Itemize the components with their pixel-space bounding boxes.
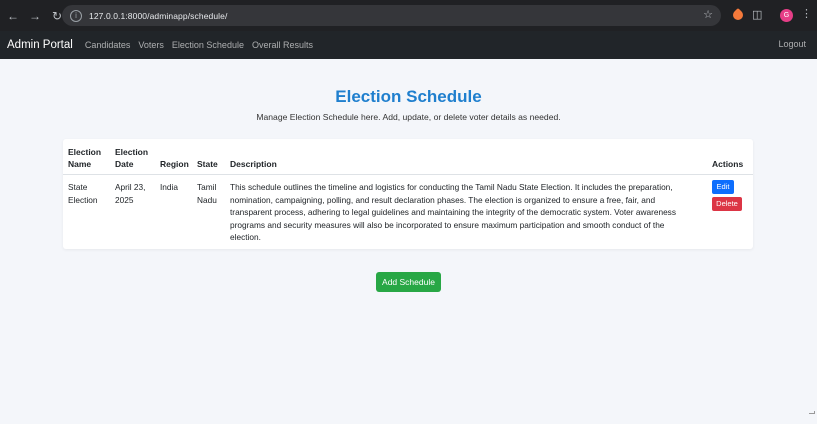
extensions-puzzle-icon[interactable]: ◫ (752, 8, 762, 21)
delete-button[interactable]: Delete (712, 197, 742, 211)
header-description: Description (230, 159, 277, 169)
nav-link-election-schedule[interactable]: Election Schedule (172, 40, 244, 50)
browser-menu-icon[interactable]: ⋮ (801, 8, 812, 20)
nav-link-overall-results[interactable]: Overall Results (252, 40, 313, 50)
header-election-name-line1: Election (68, 147, 102, 157)
site-info-icon[interactable]: i (70, 9, 82, 22)
page-title: Election Schedule (335, 87, 482, 106)
cell-election-name-line1: State (68, 182, 88, 192)
header-election-name: Election Name (68, 146, 101, 170)
header-actions: Actions (712, 159, 744, 169)
header-election-name-line2: Name (68, 159, 92, 169)
header-state: State (197, 159, 218, 169)
header-election-date-line2: Date (115, 159, 134, 169)
back-arrow-icon[interactable]: ← (5, 8, 21, 24)
cell-state-line2: Nadu (197, 194, 217, 205)
extension-fox-icon[interactable] (730, 7, 746, 23)
nav-link-candidates[interactable]: Candidates (85, 40, 131, 50)
header-election-date-line1: Election (115, 147, 149, 157)
header-region: Region (160, 159, 189, 169)
cell-description: This schedule outlines the timeline and … (230, 181, 710, 244)
forward-arrow-icon[interactable]: → (27, 8, 43, 24)
cell-election-name: State Election (68, 181, 98, 206)
description-line: nomination, campaigning, polling, and re… (230, 194, 656, 205)
cell-election-date-line1: April 23, (115, 182, 146, 192)
description-line: election. (230, 232, 261, 242)
cell-state: Tamil Nadu (197, 181, 217, 206)
cell-state-line1: Tamil (197, 182, 217, 192)
address-bar[interactable]: i 127.0.0.1:8000/adminapp/schedule/ ☆ (62, 5, 721, 26)
logout-link[interactable]: Logout (778, 39, 806, 49)
brand-link[interactable]: Admin Portal (7, 39, 73, 51)
description-line: This schedule outlines the timeline and … (230, 182, 673, 192)
cell-region: India (160, 182, 178, 192)
nav-link-voters[interactable]: Voters (138, 40, 164, 50)
description-line: transparent process, adhering to legal g… (230, 207, 676, 217)
page-subtitle: Manage Election Schedule here. Add, upda… (256, 112, 561, 122)
description-line: programs and security measures will also… (230, 219, 665, 230)
bookmark-star-icon[interactable]: ☆ (703, 8, 713, 21)
cell-election-name-line2: Election (68, 194, 98, 205)
header-election-date: Election Date (115, 146, 148, 170)
add-schedule-button[interactable]: Add Schedule (376, 272, 441, 292)
app-navbar: Admin Portal Candidates Voters Election … (0, 31, 817, 59)
edit-button[interactable]: Edit (712, 180, 734, 194)
browser-toolbar: ← → ↻ i 127.0.0.1:8000/adminapp/schedule… (0, 0, 817, 31)
schedule-table: Election Name Election Date Region State… (63, 139, 753, 249)
resize-corner-icon (809, 411, 815, 414)
cell-election-date-line2: 2025 (115, 194, 134, 205)
header-divider (63, 174, 753, 175)
profile-avatar[interactable]: G (780, 9, 793, 22)
cell-election-date: April 23, 2025 (115, 181, 145, 206)
url-text[interactable]: 127.0.0.1:8000/adminapp/schedule/ (89, 11, 227, 21)
